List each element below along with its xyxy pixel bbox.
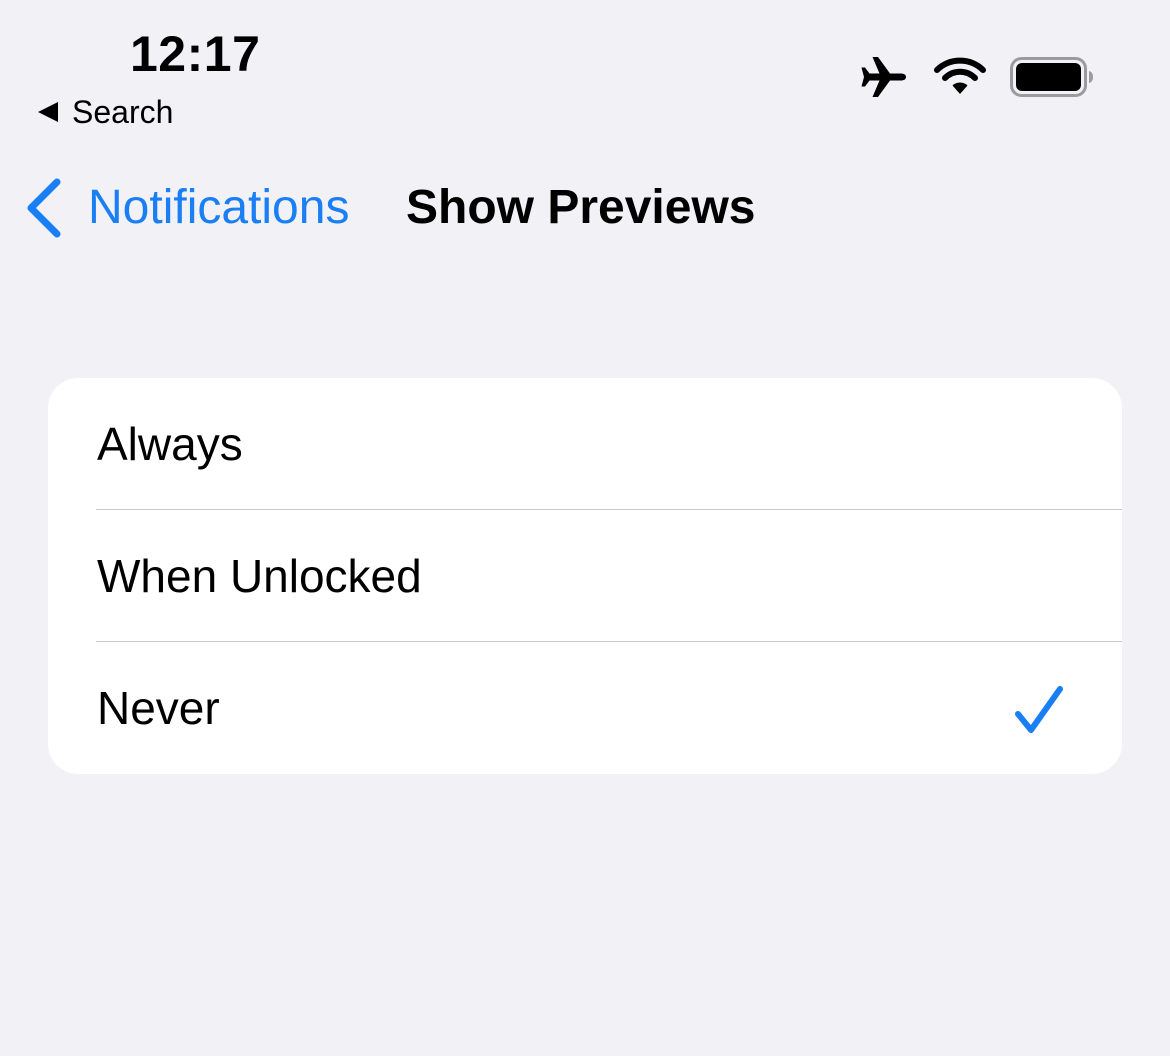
- checkmark-icon: [1015, 686, 1063, 733]
- back-button-notifications[interactable]: Notifications: [26, 176, 349, 240]
- wifi-icon: [934, 57, 986, 94]
- status-icons: [860, 54, 1094, 100]
- option-label-never: Never: [97, 682, 220, 734]
- page-title: Show Previews: [406, 181, 756, 234]
- status-bar: 12:17 Search: [0, 0, 1170, 140]
- navigation-bar: Notifications Show Previews: [0, 160, 1170, 256]
- back-button-label: Notifications: [88, 181, 350, 234]
- chevron-left-icon: [27, 178, 61, 238]
- status-time: 12:17: [130, 26, 261, 82]
- option-never[interactable]: Never: [48, 642, 1122, 774]
- option-when-unlocked[interactable]: When Unlocked: [48, 510, 1122, 642]
- option-label-when-unlocked: When Unlocked: [97, 550, 422, 602]
- option-always[interactable]: Always: [48, 378, 1122, 510]
- back-to-search-label: Search: [72, 94, 174, 130]
- show-previews-options: Always When Unlocked Never: [48, 378, 1122, 774]
- back-triangle-icon: [38, 102, 58, 122]
- back-to-search-button[interactable]: Search: [36, 92, 173, 132]
- airplane-icon: [861, 57, 906, 97]
- battery-icon: [1010, 57, 1093, 97]
- option-label-always: Always: [97, 418, 243, 470]
